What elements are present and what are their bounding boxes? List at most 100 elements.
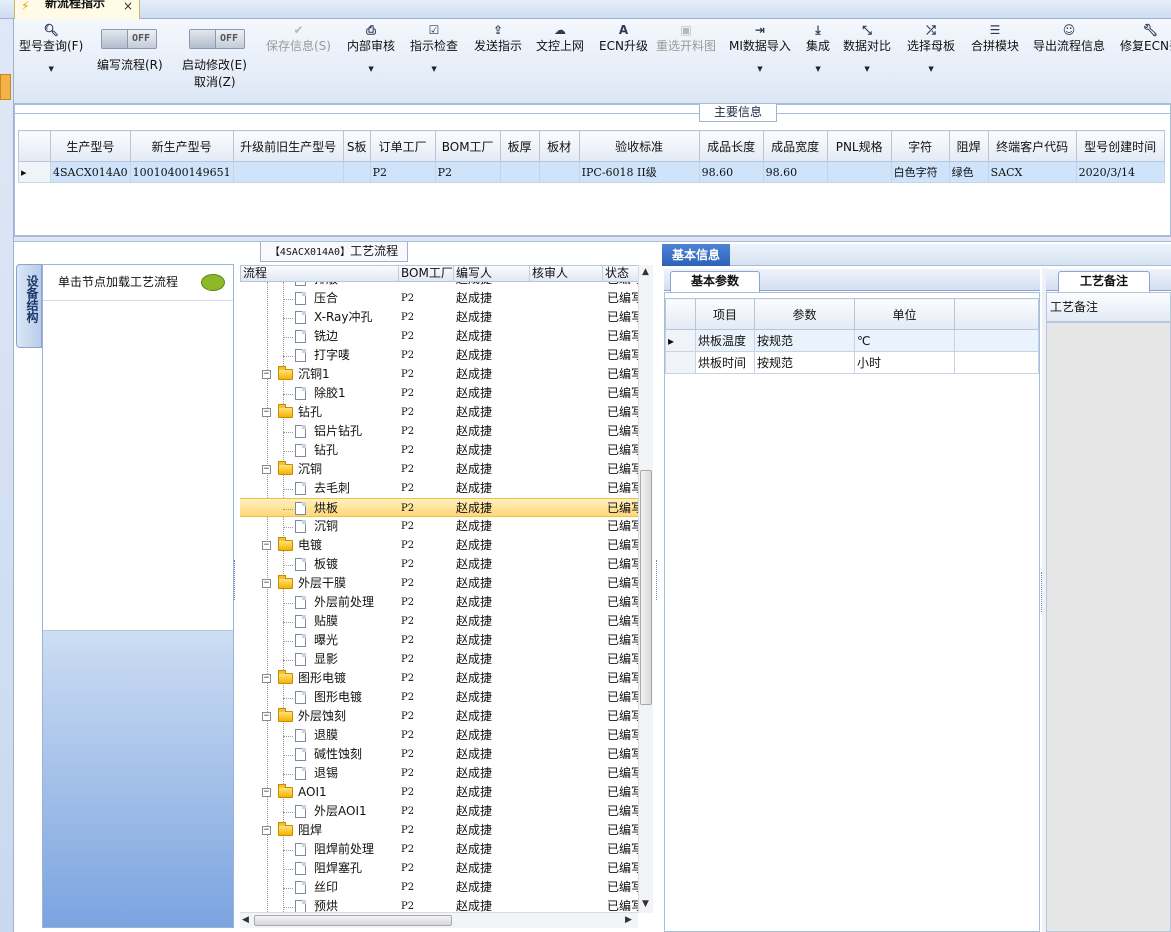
column-header[interactable]: 单位 xyxy=(854,298,955,330)
tree-row[interactable]: − 外层干膜 P2 赵成捷 已编写 xyxy=(240,574,638,593)
tab-process-notes[interactable]: 工艺备注 xyxy=(1058,271,1150,292)
toolbar-button-3[interactable]: ☑ 指示检查 ▼ xyxy=(410,22,458,76)
tree-row[interactable]: 压合 P2 赵成捷 已编写 xyxy=(240,289,638,308)
table-cell[interactable]: P2 xyxy=(434,161,501,183)
table-cell[interactable]: 白色字符 xyxy=(890,161,950,183)
tree-row[interactable]: 阻焊前处理 P2 赵成捷 已编写 xyxy=(240,840,638,859)
column-header[interactable]: PNL规格 xyxy=(826,130,892,162)
tree-row[interactable]: 烘板 P2 赵成捷 已编写 xyxy=(240,498,638,517)
column-header[interactable]: 字符 xyxy=(890,130,950,162)
device-tree-area[interactable] xyxy=(43,301,233,631)
tree-row[interactable]: − 图形电镀 P2 赵成捷 已编写 xyxy=(240,669,638,688)
tree-row[interactable]: 曝光 P2 赵成捷 已编写 xyxy=(240,631,638,650)
tree-row[interactable]: 外层前处理 P2 赵成捷 已编写 xyxy=(240,593,638,612)
tree-row[interactable]: 板镀 P2 赵成捷 已编写 xyxy=(240,555,638,574)
column-header[interactable]: 阻焊 xyxy=(948,130,989,162)
tree-row[interactable]: 退膜 P2 赵成捷 已编写 xyxy=(240,726,638,745)
tree-column-header[interactable]: 核审人 xyxy=(530,266,603,281)
table-cell[interactable] xyxy=(499,161,540,183)
tree-row[interactable]: 外层AOI1 P2 赵成捷 已编写 xyxy=(240,802,638,821)
tree-row[interactable]: X-Ray冲孔 P2 赵成捷 已编写 xyxy=(240,308,638,327)
toolbar-button-12[interactable]: ☰ 合拼模块 xyxy=(971,22,1019,54)
table-cell[interactable]: IPC-6018 II级 xyxy=(578,161,700,183)
vertical-scroll-thumb[interactable] xyxy=(640,470,652,705)
toolbar-button-4[interactable]: ⇪ 发送指示 xyxy=(474,22,522,54)
tree-row[interactable]: − 沉铜 P2 赵成捷 已编写 xyxy=(240,460,638,479)
tree-column-header[interactable]: 编写人 xyxy=(454,266,530,281)
tree-row[interactable]: 贴膜 P2 赵成捷 已编写 xyxy=(240,612,638,631)
horizontal-scrollbar[interactable]: ◀ ▶ xyxy=(240,912,638,928)
splitter-grip[interactable] xyxy=(1041,572,1045,612)
table-cell[interactable]: ℃ xyxy=(854,329,955,352)
tree-row[interactable]: 铣边 P2 赵成捷 已编写 xyxy=(240,327,638,346)
table-row[interactable]: ▸ 4SACX014A0 10010400149651 P2 P2 IPC-6018 II… xyxy=(18,161,1165,183)
close-icon[interactable]: × xyxy=(123,0,133,12)
tab-new-process-instruction[interactable]: ⚡ 新流程指示 × xyxy=(14,0,140,20)
table-cell[interactable] xyxy=(232,161,344,183)
chevron-down-icon[interactable]: ▼ xyxy=(19,62,83,76)
tree-column-header[interactable]: 流程 xyxy=(241,266,399,281)
collapse-icon[interactable]: − xyxy=(262,579,271,588)
toolbar-button-7[interactable]: ▣ 重选开料图 xyxy=(656,22,716,54)
tree-row[interactable]: 去毛刺 P2 赵成捷 已编写 xyxy=(240,479,638,498)
tree-row[interactable]: − 阻焊 P2 赵成捷 已编写 xyxy=(240,821,638,840)
tree-row[interactable]: 预烘 P2 赵成捷 已编写 xyxy=(240,897,638,912)
chevron-down-icon[interactable]: ▼ xyxy=(843,62,891,76)
scroll-up-icon[interactable]: ▲ xyxy=(642,267,649,277)
process-notes-area[interactable] xyxy=(1046,322,1171,932)
tree-row[interactable]: 图形电镀 P2 赵成捷 已编写 xyxy=(240,688,638,707)
tree-row[interactable]: 丝印 P2 赵成捷 已编写 xyxy=(240,878,638,897)
chevron-down-icon[interactable]: ▼ xyxy=(410,62,458,76)
horizontal-scroll-thumb[interactable] xyxy=(254,915,452,926)
tree-row[interactable]: − 电镀 P2 赵成捷 已编写 xyxy=(240,536,638,555)
column-header[interactable]: 成品宽度 xyxy=(762,130,828,162)
toolbar-button-0[interactable]: 🔍︎ 型号查询(F) ▼ xyxy=(19,22,83,76)
toolbar-button-6[interactable]: A ECN升级 xyxy=(599,22,648,54)
column-header[interactable]: 项目 xyxy=(695,298,755,330)
tree-column-header[interactable]: BOM工厂 xyxy=(399,266,454,281)
column-header[interactable]: 验收标准 xyxy=(578,130,700,162)
chevron-down-icon[interactable]: ▼ xyxy=(806,62,830,76)
toolbar-button-14[interactable]: 🔧︎ 修复ECN丢 xyxy=(1120,22,1171,54)
toolbar-button-8[interactable]: ⇥ MI数据导入 ▼ xyxy=(729,22,791,76)
collapse-icon[interactable]: − xyxy=(262,465,271,474)
toolbar-button-10[interactable]: ⤡ 数据对比 ▼ xyxy=(843,22,891,76)
table-row[interactable]: ▸ 烘板温度 按规范 ℃ xyxy=(665,329,1039,352)
table-row[interactable]: 烘板时间 按规范 小时 xyxy=(665,351,1039,374)
toolbar-button-9[interactable]: ⤓ 集成 ▼ xyxy=(806,22,830,76)
column-header[interactable]: 新生产型号 xyxy=(129,130,234,162)
column-header[interactable]: 参数 xyxy=(754,298,855,330)
tab-base-info[interactable]: 基本信息 xyxy=(662,244,730,266)
tab-basic-params[interactable]: 基本参数 xyxy=(670,271,760,292)
toolbar-button-13[interactable]: ☺ 导出流程信息 xyxy=(1033,22,1105,54)
collapse-icon[interactable]: − xyxy=(262,674,271,683)
column-header[interactable]: 生产型号 xyxy=(50,130,131,162)
collapse-icon[interactable]: − xyxy=(262,712,271,721)
chevron-down-icon[interactable]: ▼ xyxy=(729,62,791,76)
chevron-down-icon[interactable]: ▼ xyxy=(907,62,955,76)
chevron-down-icon[interactable]: ▼ xyxy=(347,62,395,76)
table-cell[interactable] xyxy=(342,161,371,183)
tree-row[interactable]: 碱性蚀刻 P2 赵成捷 已编写 xyxy=(240,745,638,764)
table-cell[interactable] xyxy=(538,161,580,183)
toolbar-button-5[interactable]: ☁ 文控上网 xyxy=(536,22,584,54)
table-cell[interactable]: 10010400149651 xyxy=(129,161,234,183)
start-modify-toggle[interactable]: OFF xyxy=(189,29,245,49)
column-header[interactable]: 板厚 xyxy=(499,130,540,162)
collapse-icon[interactable]: − xyxy=(262,408,271,417)
write-process-toggle[interactable]: OFF xyxy=(101,29,157,49)
table-cell[interactable]: 4SACX014A0 xyxy=(50,161,131,183)
toolbar-button-1[interactable]: ✔ 保存信息(S) xyxy=(266,22,331,54)
tree-row[interactable]: − 外层蚀刻 P2 赵成捷 已编写 xyxy=(240,707,638,726)
scroll-down-icon[interactable]: ▼ xyxy=(642,899,649,909)
table-cell[interactable]: 小时 xyxy=(854,351,955,374)
tree-row[interactable]: 打字唛 P2 赵成捷 已编写 xyxy=(240,346,638,365)
collapse-icon[interactable]: − xyxy=(262,826,271,835)
toolbar-button-2[interactable]: ⎙ 内部审核 ▼ xyxy=(347,22,395,76)
table-cell[interactable]: P2 xyxy=(369,161,436,183)
tree-row[interactable]: 钻孔 P2 赵成捷 已编写 xyxy=(240,441,638,460)
tree-row[interactable]: 阻焊塞孔 P2 赵成捷 已编写 xyxy=(240,859,638,878)
tree-row[interactable]: 显影 P2 赵成捷 已编写 xyxy=(240,650,638,669)
tree-row[interactable]: 铝片钻孔 P2 赵成捷 已编写 xyxy=(240,422,638,441)
table-cell[interactable]: 98.60 xyxy=(762,161,828,183)
